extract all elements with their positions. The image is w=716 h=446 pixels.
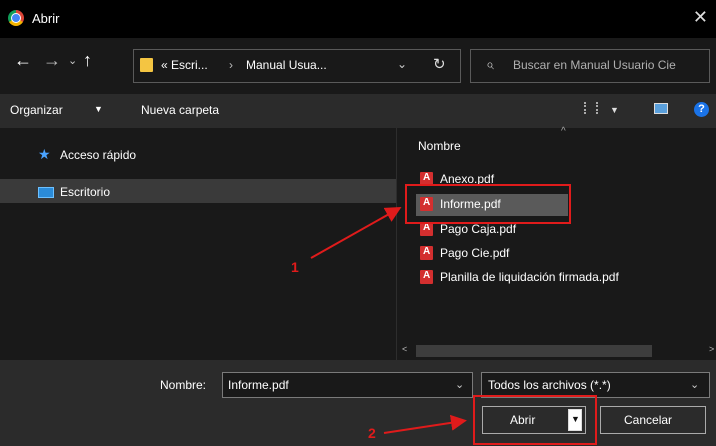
annotation-arrow-2 [383, 414, 467, 434]
annotation-arrow-1 [310, 207, 402, 259]
annotation-arrows [310, 207, 467, 434]
